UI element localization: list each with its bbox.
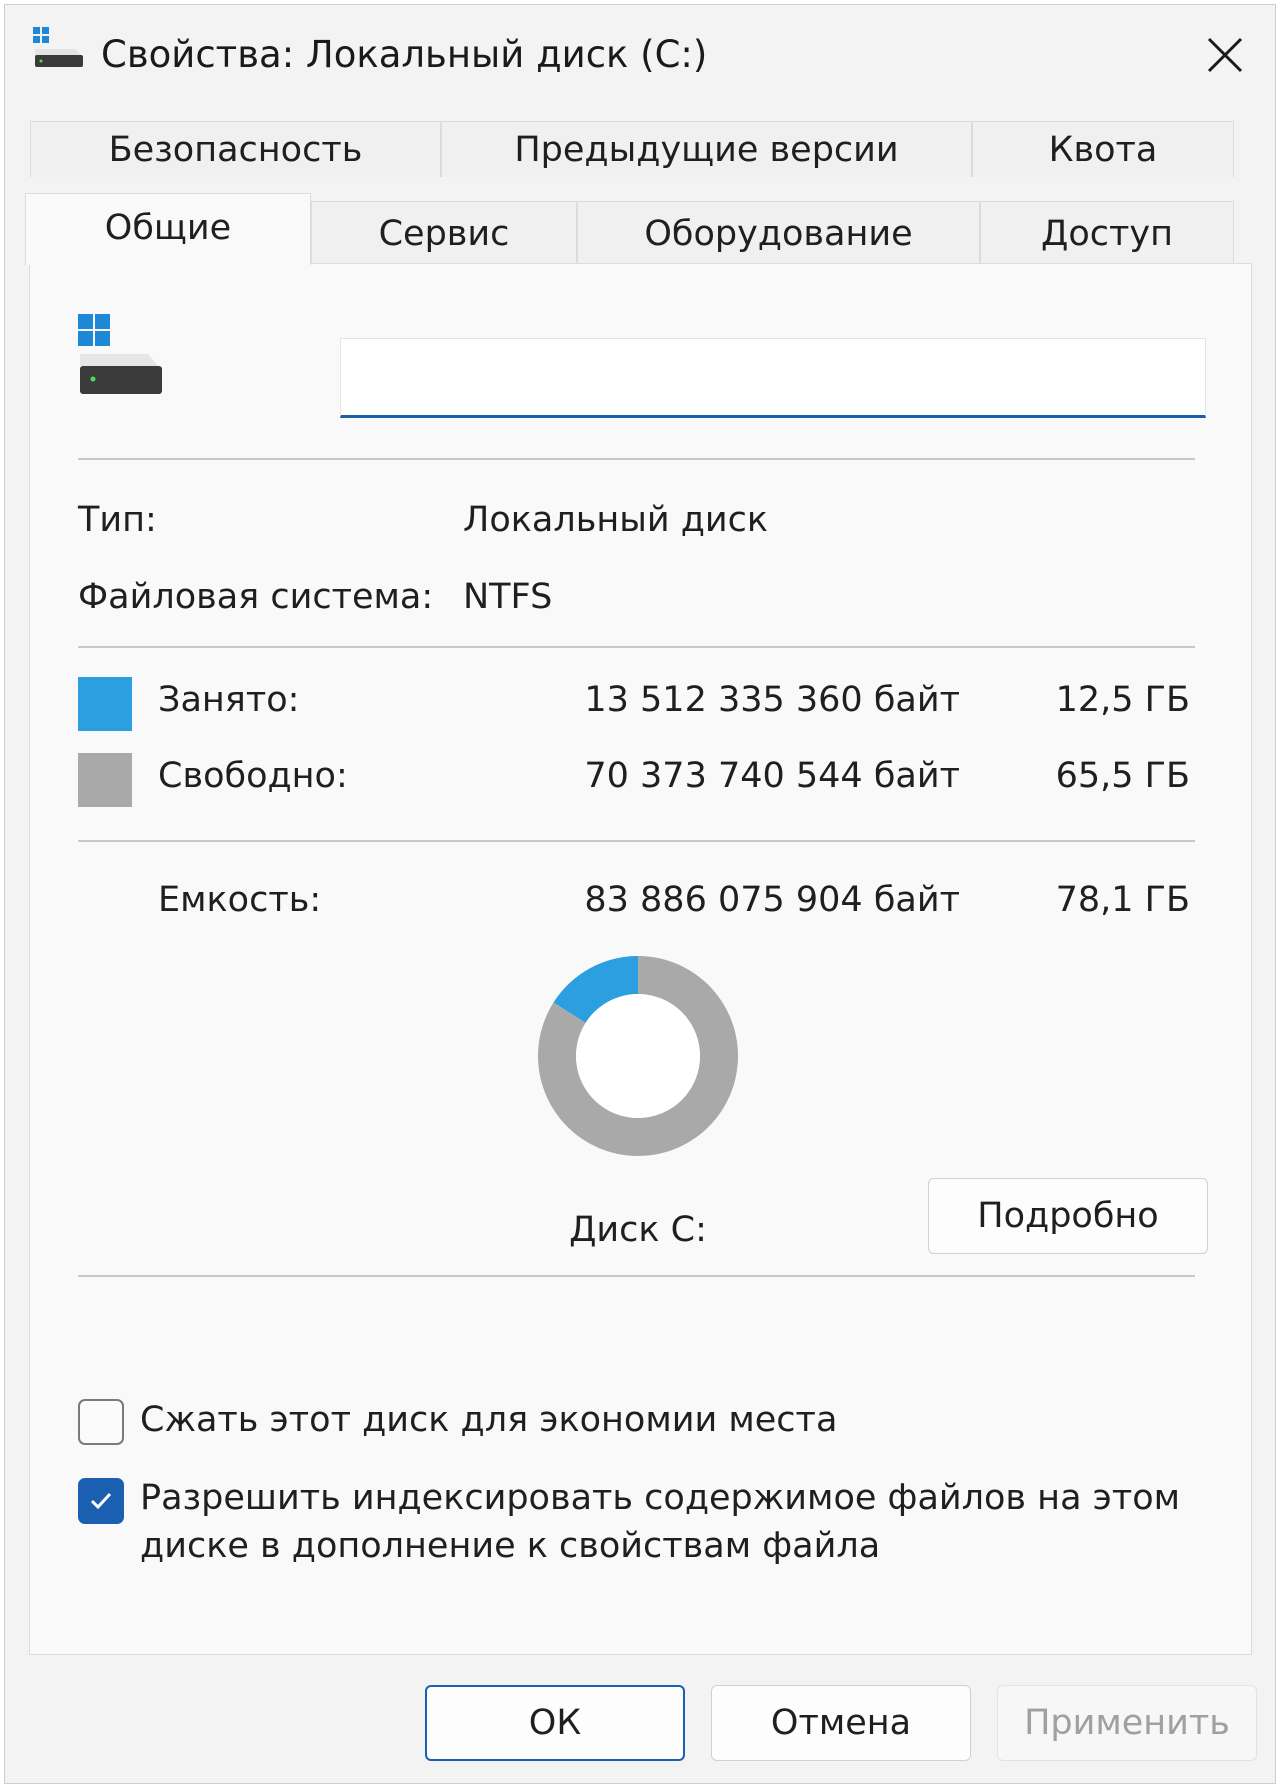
filesystem-label: Файловая система: [78,577,434,617]
index-checkbox[interactable] [78,1478,124,1524]
tab-sharing[interactable]: Доступ [980,201,1234,265]
index-label-line1[interactable]: Разрешить индексировать содержимое файло… [140,1478,1180,1518]
disk-label: Диск C: [569,1210,707,1250]
used-space-swatch [78,677,132,731]
tab-quota[interactable]: Квота [972,121,1234,177]
free-space-swatch [78,753,132,807]
title-bar[interactable]: Свойства: Локальный диск (C:) [5,5,1275,105]
divider [78,1275,1195,1277]
compress-checkbox[interactable] [78,1399,124,1445]
free-size: 65,5 ГБ [1055,756,1190,796]
close-icon [1207,37,1243,73]
drive-icon [78,314,162,394]
ok-button[interactable]: ОК [425,1685,685,1761]
capacity-label: Емкость: [158,880,322,920]
index-label-line2[interactable]: диске в дополнение к свойствам файла [140,1526,880,1566]
tab-general[interactable]: Общие [25,193,311,265]
divider [78,840,1195,842]
divider [78,458,1195,460]
capacity-size: 78,1 ГБ [1055,880,1190,920]
tab-tools[interactable]: Сервис [311,201,577,265]
general-tab-panel: Тип: Локальный диск Файловая система: NT… [29,263,1252,1655]
used-label: Занято: [158,680,300,720]
apply-button[interactable]: Применить [997,1685,1257,1761]
properties-dialog: Свойства: Локальный диск (C:) Безопаснос… [4,4,1276,1784]
close-button[interactable] [1175,5,1275,105]
drive-icon [33,27,83,67]
tab-security[interactable]: Безопасность [30,121,441,177]
filesystem-value: NTFS [463,577,553,617]
tab-previous-versions[interactable]: Предыдущие версии [441,121,972,177]
tab-hardware[interactable]: Оборудование [577,201,980,265]
compress-label[interactable]: Сжать этот диск для экономии места [140,1400,837,1440]
volume-name-input[interactable] [340,338,1206,418]
donut-hole [576,994,700,1118]
free-bytes: 70 373 740 544 байт [584,756,960,796]
capacity-bytes: 83 886 075 904 байт [584,880,960,920]
details-button[interactable]: Подробно [928,1178,1208,1254]
cancel-button[interactable]: Отмена [711,1685,971,1761]
checkmark-icon [90,1492,112,1510]
used-size: 12,5 ГБ [1055,680,1190,720]
divider [78,646,1195,648]
disk-usage-chart [538,956,738,1156]
type-value: Локальный диск [463,500,769,540]
used-bytes: 13 512 335 360 байт [584,680,960,720]
free-label: Свободно: [158,756,348,796]
window-title: Свойства: Локальный диск (C:) [101,33,708,76]
type-label: Тип: [78,500,157,540]
